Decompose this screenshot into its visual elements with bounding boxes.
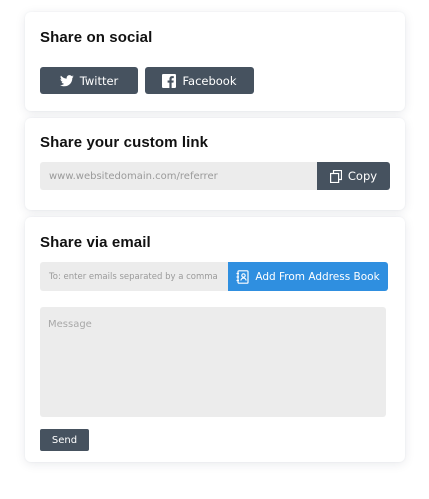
address-book-label: Add From Address Book (255, 270, 380, 283)
custom-link-field[interactable]: www.websitedomain.com/referrer (40, 162, 317, 190)
custom-link-value: www.websitedomain.com/referrer (49, 170, 218, 182)
custom-link-card: Share your custom link www.websitedomain… (25, 118, 405, 210)
copy-icon (329, 169, 342, 183)
twitter-icon (59, 74, 74, 87)
send-label: Send (51, 434, 78, 446)
facebook-button[interactable]: Facebook (145, 67, 254, 94)
email-share-card: Share via email To: enter emails separat… (25, 217, 405, 462)
share-social-title: Share on social (40, 29, 153, 46)
twitter-label: Twitter (79, 73, 119, 88)
send-button[interactable]: Send (40, 429, 89, 451)
custom-link-title: Share your custom link (40, 134, 209, 151)
address-book-icon (236, 269, 250, 284)
email-to-placeholder: To: enter emails separated by a comma (49, 271, 218, 282)
share-social-card: Share on social Twitter Facebook (25, 12, 405, 111)
message-placeholder: Message (48, 319, 92, 330)
add-from-address-book-button[interactable]: Add From Address Book (228, 262, 388, 291)
copy-label: Copy (347, 169, 378, 183)
facebook-label: Facebook (182, 73, 237, 88)
email-share-title: Share via email (40, 234, 151, 251)
copy-button[interactable]: Copy (317, 162, 390, 190)
email-message-textarea[interactable]: Message (40, 307, 386, 417)
facebook-icon (162, 73, 177, 88)
email-to-input[interactable]: To: enter emails separated by a comma (40, 262, 229, 291)
twitter-button[interactable]: Twitter (40, 67, 138, 94)
